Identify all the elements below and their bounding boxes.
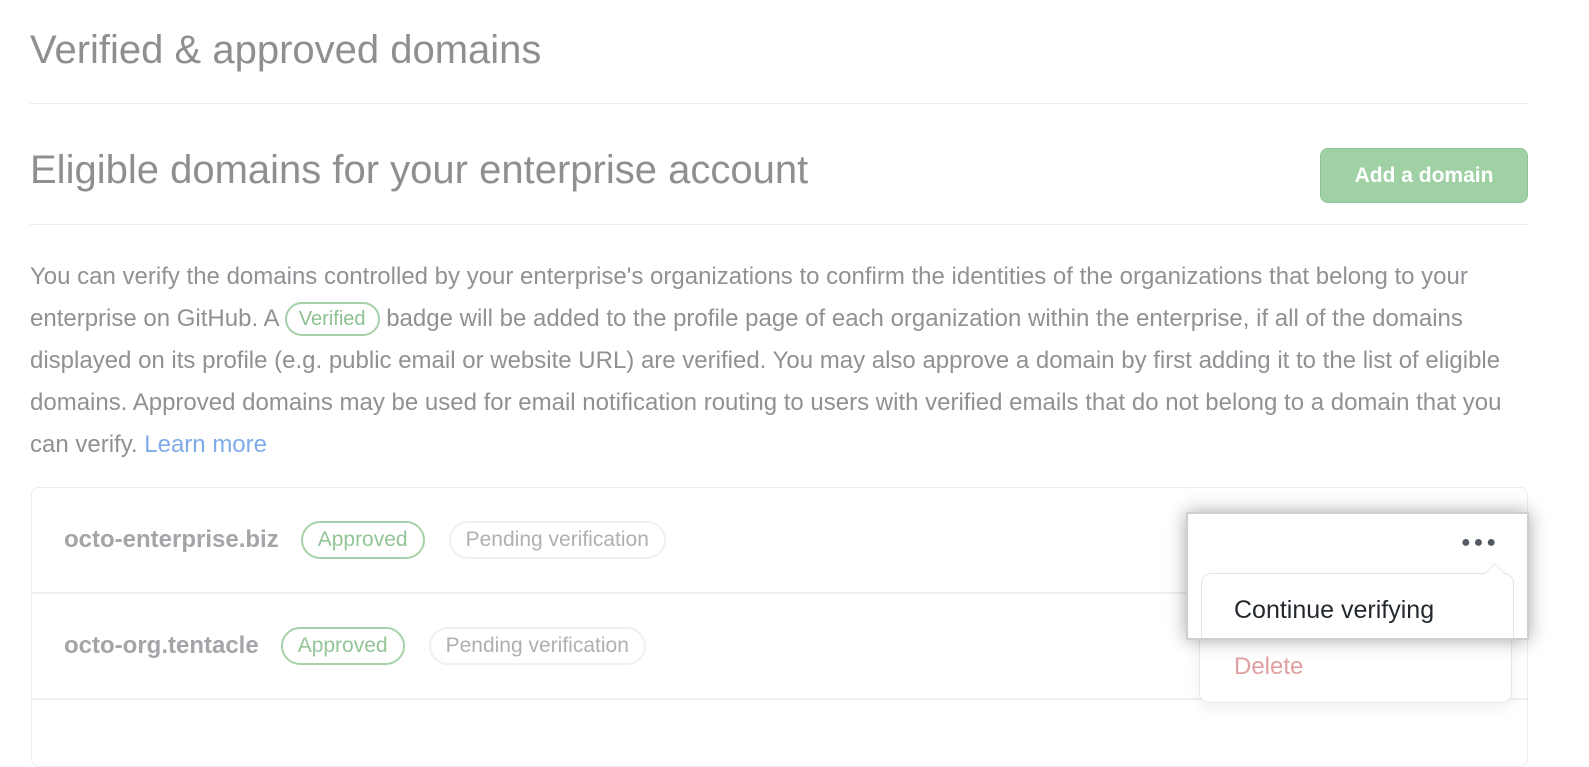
- divider: [30, 103, 1528, 104]
- domain-name: octo-org.tentacle: [64, 632, 259, 659]
- kebab-horizontal-icon[interactable]: ●●●: [1461, 534, 1499, 552]
- highlight-overlay: ●●● Continue verifying: [1186, 512, 1529, 640]
- description: You can verify the domains controlled by…: [30, 256, 1530, 466]
- section-title: Eligible domains for your enterprise acc…: [30, 148, 809, 192]
- verified-badge: Verified: [284, 302, 380, 336]
- status-badge: Pending verification: [448, 521, 666, 559]
- approved-badge: Approved: [300, 521, 425, 559]
- menu-caret: [1485, 563, 1505, 583]
- menu-panel: Continue verifying: [1201, 563, 1514, 638]
- continue-verifying-menu-item[interactable]: Continue verifying: [1234, 596, 1434, 625]
- delete-menu-item[interactable]: Delete: [1234, 653, 1303, 681]
- status-badge: Pending verification: [428, 627, 646, 665]
- add-domain-button[interactable]: Add a domain: [1320, 148, 1528, 203]
- divider: [30, 224, 1528, 225]
- page-title: Verified & approved domains: [30, 28, 542, 72]
- learn-more-link[interactable]: Learn more: [144, 431, 267, 458]
- domain-name: octo-enterprise.biz: [64, 526, 279, 553]
- approved-badge: Approved: [280, 627, 405, 665]
